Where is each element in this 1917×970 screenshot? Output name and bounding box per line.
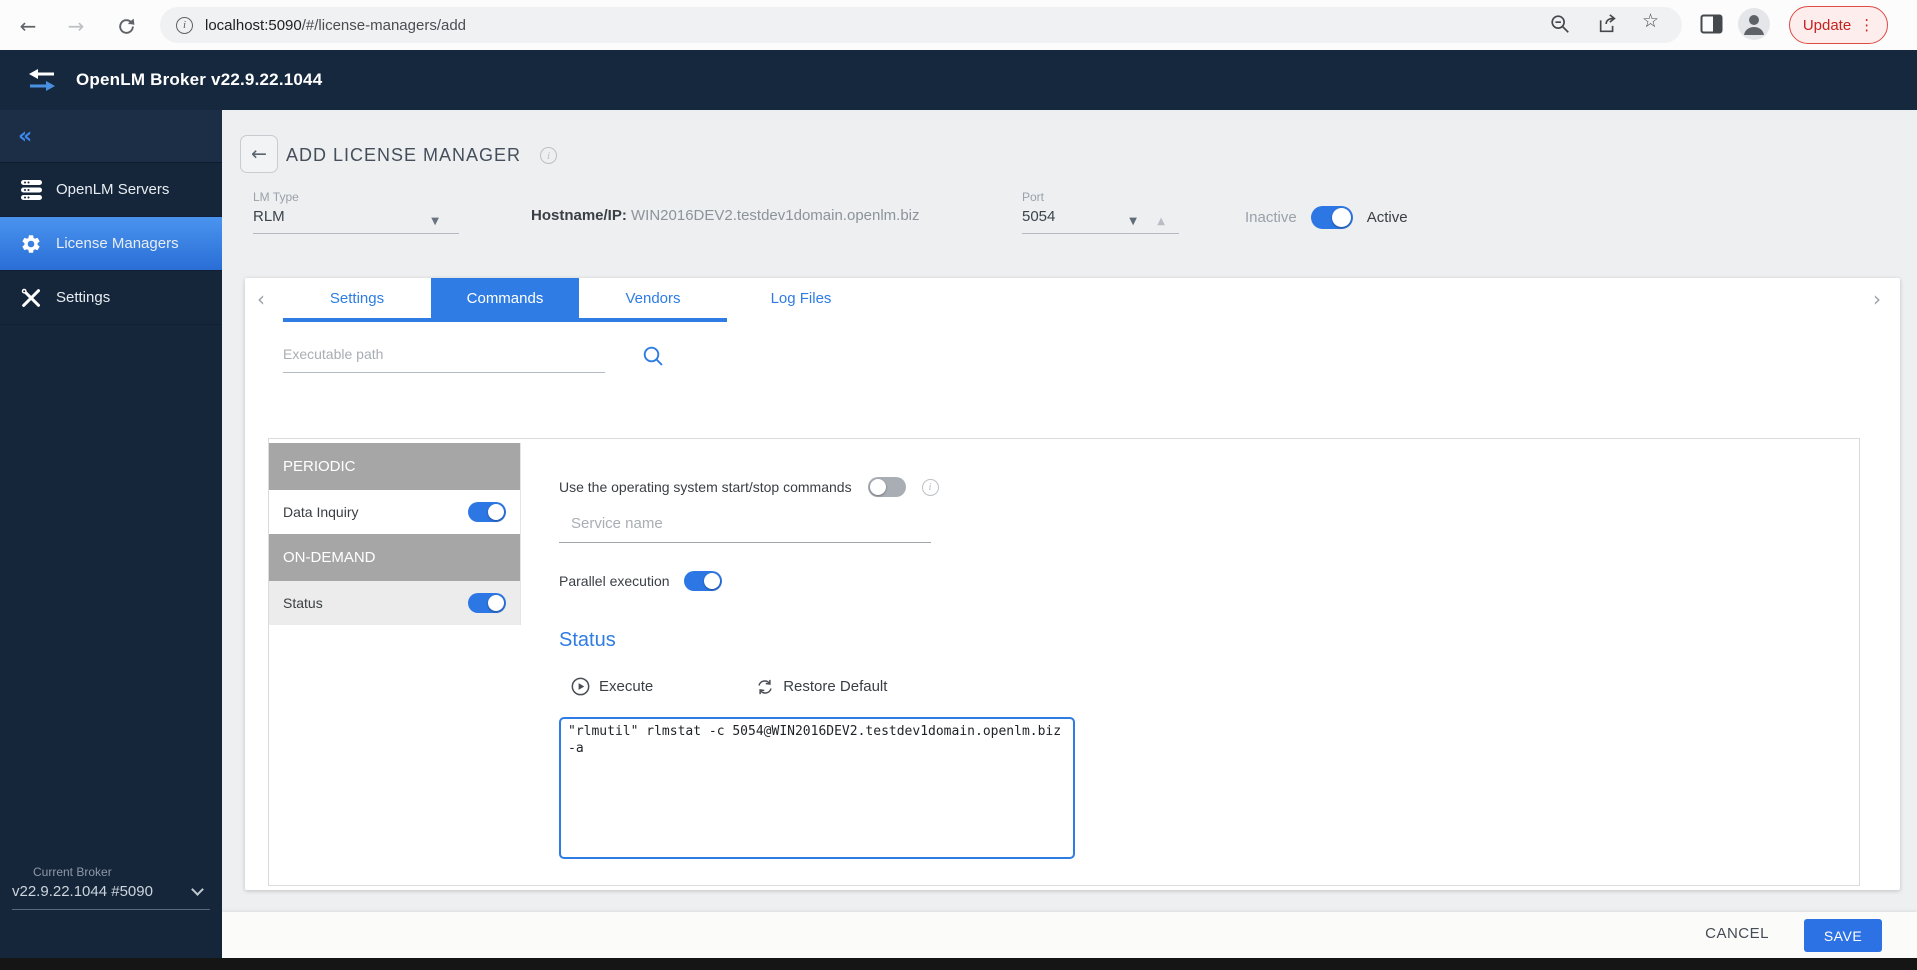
play-circle-icon bbox=[571, 677, 590, 696]
active-toggle[interactable] bbox=[1311, 206, 1353, 229]
lm-type-select[interactable]: LM Type RLM ▼ bbox=[253, 190, 459, 234]
browser-reload-icon[interactable] bbox=[112, 12, 140, 40]
inactive-label: Inactive bbox=[1245, 209, 1297, 226]
status-actions: Execute Restore Default bbox=[571, 677, 887, 696]
status-section-title: Status bbox=[559, 629, 616, 652]
browser-profile-avatar[interactable] bbox=[1738, 8, 1770, 40]
lm-type-value: RLM bbox=[253, 208, 459, 225]
current-broker-select: Current Broker v22.9.22.1044 #5090 bbox=[0, 865, 222, 910]
browser-back-icon[interactable]: ← bbox=[14, 12, 42, 40]
bookmark-star-icon[interactable]: ☆ bbox=[1642, 10, 1666, 34]
servers-icon bbox=[20, 180, 42, 200]
url-text: localhost:5090/#/license-managers/add bbox=[205, 17, 466, 34]
openlm-logo-icon bbox=[26, 67, 58, 93]
hostname-field: Hostname/IP: WIN2016DEV2.testdev1domain.… bbox=[531, 207, 920, 224]
parallel-execution-row: Parallel execution bbox=[559, 571, 722, 591]
license-manager-card: ‹ Settings Commands Vendors Log Files › … bbox=[245, 278, 1900, 890]
site-info-icon[interactable]: i bbox=[176, 17, 193, 34]
port-label: Port bbox=[1022, 190, 1179, 204]
command-detail-panel: Use the operating system start/stop comm… bbox=[269, 439, 1859, 885]
taskbar-strip bbox=[0, 958, 1917, 970]
tools-icon bbox=[20, 288, 42, 308]
tabs-scroll-left-icon[interactable]: ‹ bbox=[257, 287, 265, 311]
sidebar-item-label: Settings bbox=[56, 289, 110, 306]
current-broker-value: v22.9.22.1044 #5090 bbox=[12, 883, 193, 900]
cancel-button[interactable]: CANCEL bbox=[1705, 925, 1769, 942]
tab-commands[interactable]: Commands bbox=[431, 278, 579, 318]
browser-menu-icon[interactable]: ⋮ bbox=[1859, 16, 1874, 34]
os-commands-info-icon: i bbox=[922, 479, 939, 496]
port-decrement-icon[interactable]: ▼ bbox=[1129, 216, 1137, 227]
executable-path-field bbox=[283, 340, 605, 373]
gear-icon bbox=[20, 233, 42, 255]
chevron-down-icon bbox=[191, 883, 204, 896]
side-panel-icon[interactable] bbox=[1700, 14, 1723, 34]
active-label: Active bbox=[1367, 209, 1408, 226]
sidebar-item-settings[interactable]: Settings bbox=[0, 271, 222, 325]
browser-update-button[interactable]: Update ⋮ bbox=[1789, 6, 1888, 44]
execute-button[interactable]: Execute bbox=[571, 677, 653, 696]
sidebar-item-label: OpenLM Servers bbox=[56, 181, 169, 198]
address-bar[interactable]: i localhost:5090/#/license-managers/add bbox=[160, 7, 1682, 43]
current-broker-label: Current Broker bbox=[33, 865, 222, 879]
sidebar-item-openlm-servers[interactable]: OpenLM Servers bbox=[0, 163, 222, 217]
tabs-scroll-right-icon[interactable]: › bbox=[1873, 287, 1881, 311]
os-commands-label: Use the operating system start/stop comm… bbox=[559, 479, 852, 495]
port-field[interactable]: Port 5054 ▼ ▲ bbox=[1022, 190, 1179, 234]
service-name-input[interactable] bbox=[559, 509, 931, 542]
parallel-execution-label: Parallel execution bbox=[559, 573, 670, 589]
save-button[interactable]: SAVE bbox=[1804, 919, 1882, 952]
back-button[interactable]: ← bbox=[240, 135, 278, 173]
search-icon[interactable] bbox=[641, 344, 665, 368]
hostname-label: Hostname/IP: bbox=[531, 207, 627, 224]
parallel-execution-toggle[interactable] bbox=[684, 571, 722, 591]
tab-settings[interactable]: Settings bbox=[283, 278, 431, 318]
footer-bar: CANCEL SAVE bbox=[222, 912, 1917, 958]
page-info-icon: i bbox=[540, 147, 557, 164]
tab-ink-bar bbox=[283, 318, 727, 322]
sidebar-item-label: License Managers bbox=[56, 235, 179, 252]
tab-bar: ‹ Settings Commands Vendors Log Files › bbox=[245, 278, 1900, 322]
sidebar: « OpenLM Servers License Ma bbox=[0, 110, 222, 958]
executable-path-input[interactable] bbox=[283, 340, 605, 372]
service-name-field bbox=[559, 509, 931, 543]
status-command-textarea[interactable]: "rlmutil" rlmstat -c 5054@WIN2016DEV2.te… bbox=[559, 717, 1075, 859]
tab-vendors[interactable]: Vendors bbox=[579, 278, 727, 318]
url-path: /#/license-managers/add bbox=[302, 17, 466, 34]
page-title: ADD LICENSE MANAGER bbox=[286, 145, 521, 166]
commands-panel: PERIODIC Data Inquiry ON-DEMAND Status U… bbox=[268, 438, 1860, 886]
port-value: 5054 bbox=[1022, 208, 1179, 225]
current-broker-dropdown[interactable]: v22.9.22.1044 #5090 bbox=[12, 883, 210, 910]
lm-type-label: LM Type bbox=[253, 190, 459, 204]
sidebar-item-license-managers[interactable]: License Managers bbox=[0, 217, 222, 271]
url-host: localhost:5090 bbox=[205, 17, 302, 34]
sidebar-collapse-button[interactable]: « bbox=[0, 110, 222, 163]
refresh-icon bbox=[756, 678, 774, 696]
collapse-chevrons-icon: « bbox=[18, 124, 32, 149]
os-commands-toggle[interactable] bbox=[868, 477, 906, 497]
port-increment-icon[interactable]: ▲ bbox=[1157, 216, 1165, 227]
os-commands-row: Use the operating system start/stop comm… bbox=[559, 477, 939, 497]
update-label: Update bbox=[1803, 17, 1851, 34]
restore-default-button[interactable]: Restore Default bbox=[756, 678, 887, 696]
zoom-out-icon[interactable] bbox=[1549, 13, 1573, 37]
hostname-value: WIN2016DEV2.testdev1domain.openlm.biz bbox=[627, 207, 920, 224]
main-content: ← ADD LICENSE MANAGER i LM Type RLM ▼ Ho… bbox=[222, 110, 1917, 958]
execute-label: Execute bbox=[599, 678, 653, 695]
browser-toolbar: ← → i localhost:5090/#/license-managers/… bbox=[0, 0, 1917, 50]
app-title: OpenLM Broker v22.9.22.1044 bbox=[76, 70, 322, 90]
tab-log-files[interactable]: Log Files bbox=[727, 278, 875, 318]
browser-forward-icon[interactable]: → bbox=[62, 12, 90, 40]
screen: ← → i localhost:5090/#/license-managers/… bbox=[0, 0, 1917, 970]
active-state-control: Inactive Active bbox=[1245, 206, 1408, 229]
restore-default-label: Restore Default bbox=[783, 678, 887, 695]
share-icon[interactable] bbox=[1597, 13, 1621, 37]
dropdown-caret-icon: ▼ bbox=[431, 216, 439, 227]
app-header: OpenLM Broker v22.9.22.1044 bbox=[0, 50, 1917, 110]
